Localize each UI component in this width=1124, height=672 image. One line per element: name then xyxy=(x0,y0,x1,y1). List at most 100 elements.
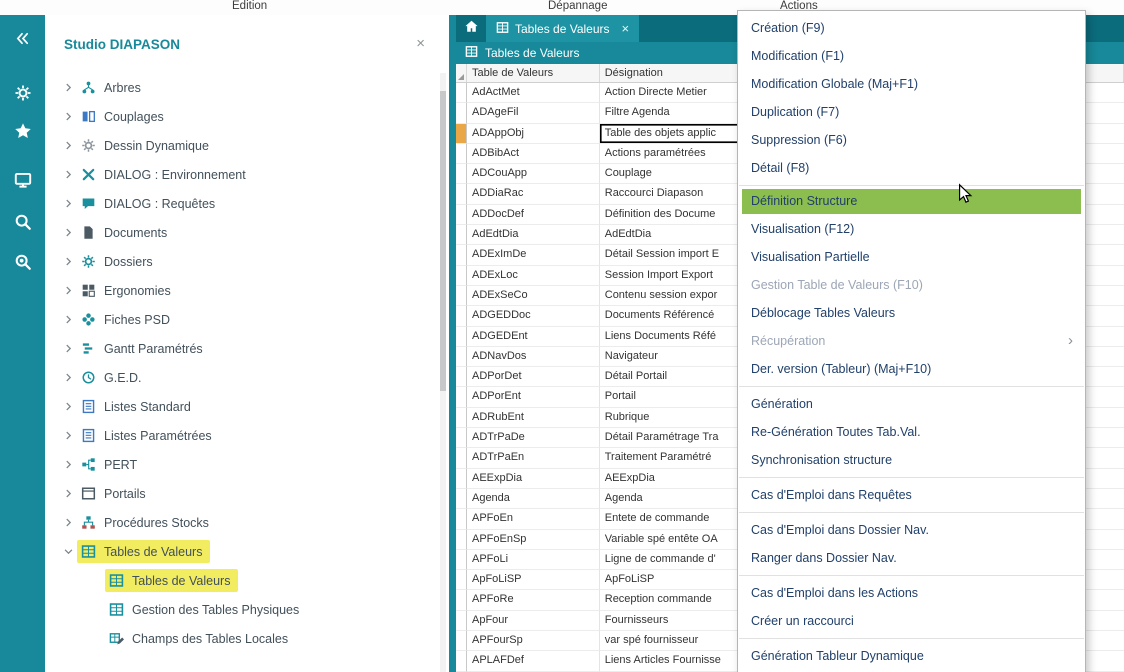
chevron-right-icon[interactable] xyxy=(59,256,77,267)
settings-button[interactable] xyxy=(0,77,45,113)
tree-item-ergonomies[interactable]: Ergonomies xyxy=(45,276,437,305)
cell-table-name[interactable]: APFourSp xyxy=(467,631,600,651)
chevron-right-icon[interactable] xyxy=(59,140,77,151)
menubar-item-edition[interactable]: Edition xyxy=(232,0,267,12)
menubar-item-d-pannage[interactable]: Dépannage xyxy=(548,0,607,12)
chevron-right-icon[interactable] xyxy=(59,430,77,441)
row-selector[interactable] xyxy=(456,570,467,590)
menu-item-visualisation-f12[interactable]: Visualisation (F12) xyxy=(738,215,1085,243)
cell-table-name[interactable]: ADDiaRac xyxy=(467,184,600,204)
collapse-sidebar-button[interactable] xyxy=(0,23,45,59)
cell-table-name[interactable]: ADTrPaEn xyxy=(467,448,600,468)
cell-table-name[interactable]: APFoRe xyxy=(467,590,600,610)
cell-table-name[interactable]: ADTrPaDe xyxy=(467,428,600,448)
cell-table-name[interactable]: APFoLi xyxy=(467,550,600,570)
row-selector[interactable] xyxy=(456,550,467,570)
cell-table-name[interactable]: ADPorDet xyxy=(467,367,600,387)
tree-item-dessin-dynamique[interactable]: Dessin Dynamique xyxy=(45,131,437,160)
row-selector[interactable] xyxy=(456,367,467,387)
menu-item-gestion-table-de-valeurs-f10[interactable]: Gestion Table de Valeurs (F10) xyxy=(738,271,1085,299)
menu-item-re-g-n-ration-toutes-tab-val[interactable]: Re-Génération Toutes Tab.Val. xyxy=(738,418,1085,446)
tree-item-champs-des-tables-locales[interactable]: Champs des Tables Locales xyxy=(45,624,437,653)
tree-item-gantt-param-tr-s[interactable]: Gantt Paramétrés xyxy=(45,334,437,363)
menu-item-d-blocage-tables-valeurs[interactable]: Déblocage Tables Valeurs xyxy=(738,299,1085,327)
chevron-right-icon[interactable] xyxy=(59,111,77,122)
column-header-table-de-valeurs[interactable]: Table de Valeurs xyxy=(467,64,600,82)
menu-item-cas-d-emploi-dans-les-actions[interactable]: Cas d'Emploi dans les Actions xyxy=(738,579,1085,607)
row-selector[interactable] xyxy=(456,103,467,123)
tree-item-fiches-psd[interactable]: Fiches PSD xyxy=(45,305,437,334)
row-selector[interactable] xyxy=(456,225,467,245)
chevron-down-icon[interactable] xyxy=(59,546,77,557)
grid-corner-selector[interactable] xyxy=(456,64,467,82)
chevron-right-icon[interactable] xyxy=(59,169,77,180)
cell-table-name[interactable]: ADDocDef xyxy=(467,205,600,225)
tree-item-tables-de-valeurs[interactable]: Tables de Valeurs xyxy=(45,537,437,566)
row-selector[interactable] xyxy=(456,408,467,428)
row-selector[interactable] xyxy=(456,448,467,468)
row-selector[interactable] xyxy=(456,590,467,610)
row-selector[interactable] xyxy=(456,489,467,509)
tree-item-proc-dures-stocks[interactable]: Procédures Stocks xyxy=(45,508,437,537)
menu-item-suppression-f6[interactable]: Suppression (F6) xyxy=(738,126,1085,154)
favorites-button[interactable] xyxy=(0,115,45,151)
menu-item-cas-d-emploi-dans-dossier-nav[interactable]: Cas d'Emploi dans Dossier Nav. xyxy=(738,516,1085,544)
menu-item-d-tail-f8[interactable]: Détail (F8) xyxy=(738,154,1085,182)
menu-item-g-n-ration-tableur-dynamique[interactable]: Génération Tableur Dynamique xyxy=(738,642,1085,670)
row-selector[interactable] xyxy=(456,164,467,184)
row-selector[interactable] xyxy=(456,124,467,144)
menu-item-d-finition-structure[interactable]: Définition Structure xyxy=(742,189,1081,214)
chevron-right-icon[interactable] xyxy=(59,285,77,296)
chevron-right-icon[interactable] xyxy=(59,314,77,325)
row-selector[interactable] xyxy=(456,631,467,651)
cell-table-name[interactable]: APFoEnSp xyxy=(467,530,600,550)
cell-table-name[interactable]: ADExSeCo xyxy=(467,286,600,306)
row-selector[interactable] xyxy=(456,327,467,347)
chevron-right-icon[interactable] xyxy=(59,459,77,470)
tree-item-gestion-des-tables-physiques[interactable]: Gestion des Tables Physiques xyxy=(45,595,437,624)
row-selector[interactable] xyxy=(456,266,467,286)
tree-item-listes-standard[interactable]: Listes Standard xyxy=(45,392,437,421)
workstation-button[interactable] xyxy=(0,164,45,200)
cell-table-name[interactable]: AdEdtDia xyxy=(467,225,600,245)
tree-item-arbres[interactable]: Arbres xyxy=(45,73,437,102)
menu-item-modification-globale-maj-f1[interactable]: Modification Globale (Maj+F1) xyxy=(738,70,1085,98)
menu-item-modification-f1[interactable]: Modification (F1) xyxy=(738,42,1085,70)
tree-item-tables-de-valeurs[interactable]: Tables de Valeurs xyxy=(45,566,437,595)
cell-table-name[interactable]: APFoEn xyxy=(467,509,600,529)
row-selector[interactable] xyxy=(456,469,467,489)
cell-table-name[interactable]: ADGEDDoc xyxy=(467,306,600,326)
explorer-scrollbar[interactable] xyxy=(440,73,446,672)
chevron-right-icon[interactable] xyxy=(59,517,77,528)
menu-item-cr-ation-f9[interactable]: Création (F9) xyxy=(738,14,1085,42)
row-selector[interactable] xyxy=(456,530,467,550)
cell-table-name[interactable]: AdActMet xyxy=(467,83,600,103)
tab-tables-de-valeurs[interactable]: Tables de Valeurs × xyxy=(486,15,639,42)
cell-table-name[interactable]: ADGEDEnt xyxy=(467,327,600,347)
advanced-search-button[interactable] xyxy=(0,246,45,282)
cell-table-name[interactable]: APLAFDef xyxy=(467,651,600,671)
chevron-right-icon[interactable] xyxy=(59,227,77,238)
menu-item-ranger-dans-dossier-nav[interactable]: Ranger dans Dossier Nav. xyxy=(738,544,1085,572)
home-tab[interactable] xyxy=(456,15,486,42)
cell-table-name[interactable]: Agenda xyxy=(467,489,600,509)
tree-item-dialog-requ-tes[interactable]: DIALOG : Requêtes xyxy=(45,189,437,218)
explorer-close-icon[interactable]: × xyxy=(416,35,425,52)
row-selector[interactable] xyxy=(456,144,467,164)
chevron-right-icon[interactable] xyxy=(59,198,77,209)
menu-item-r-cup-ration[interactable]: Récupération› xyxy=(738,327,1085,355)
row-selector[interactable] xyxy=(456,286,467,306)
row-selector[interactable] xyxy=(456,205,467,225)
menu-item-g-n-ration[interactable]: Génération xyxy=(738,390,1085,418)
chevron-right-icon[interactable] xyxy=(59,82,77,93)
row-selector[interactable] xyxy=(456,428,467,448)
row-selector[interactable] xyxy=(456,306,467,326)
menu-item-visualisation-partielle[interactable]: Visualisation Partielle xyxy=(738,243,1085,271)
row-selector[interactable] xyxy=(456,184,467,204)
search-button[interactable] xyxy=(0,206,45,242)
chevron-right-icon[interactable] xyxy=(59,488,77,499)
row-selector[interactable] xyxy=(456,651,467,671)
menu-item-cr-er-un-raccourci[interactable]: Créer un raccourci xyxy=(738,607,1085,635)
menu-item-cas-d-emploi-dans-requ-tes[interactable]: Cas d'Emploi dans Requêtes xyxy=(738,481,1085,509)
cell-table-name[interactable]: ADPorEnt xyxy=(467,387,600,407)
